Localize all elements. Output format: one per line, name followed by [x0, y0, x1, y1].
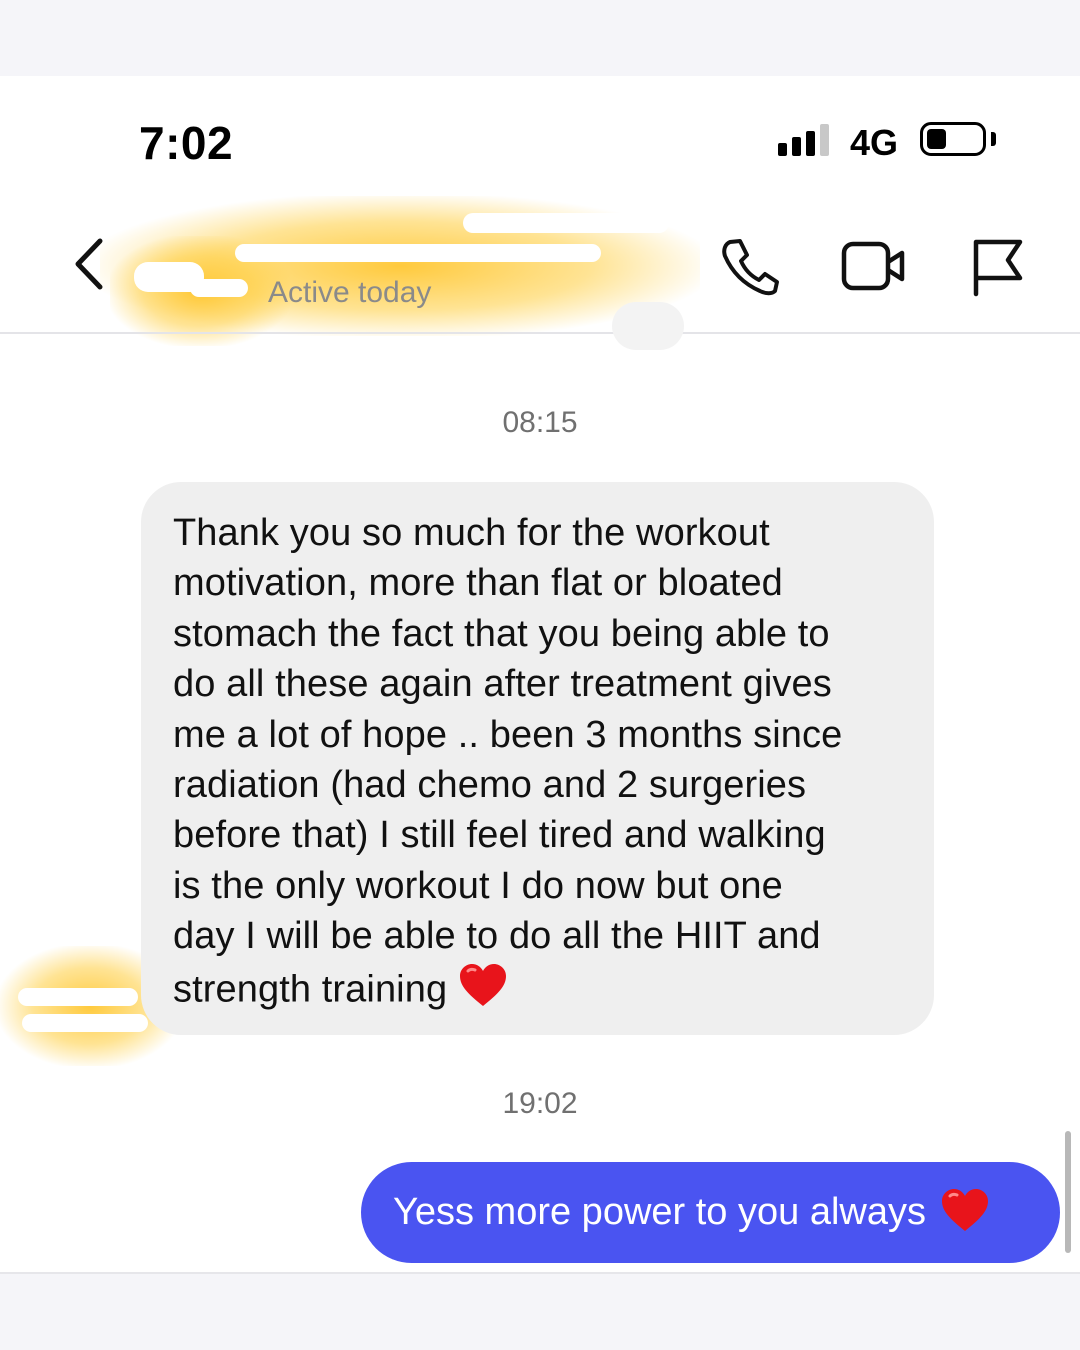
active-status: Active today	[268, 276, 432, 309]
message-timestamp: 08:15	[502, 406, 578, 439]
video-camera-icon[interactable]	[840, 236, 908, 301]
status-time: 7:02	[139, 117, 234, 169]
outgoing-message-bubble[interactable]: Yess more power to you always	[361, 1162, 1060, 1263]
contact-name[interactable]	[270, 230, 570, 256]
battery-level	[927, 129, 946, 149]
scrollbar[interactable]	[1065, 1131, 1071, 1253]
flag-icon[interactable]	[968, 236, 1028, 303]
composer-divider	[0, 1272, 1080, 1274]
network-type: 4G	[850, 122, 899, 163]
incoming-message-text: Thank you so much for the workout motiva…	[173, 512, 843, 1011]
battery-cap	[991, 132, 996, 146]
heart-emoji-icon	[458, 962, 508, 1021]
incoming-message-bubble[interactable]: Thank you so much for the workout motiva…	[141, 482, 934, 1035]
outgoing-message-text: Yess more power to you always	[393, 1191, 926, 1233]
header-divider	[0, 332, 1080, 334]
battery-icon	[920, 122, 986, 156]
message-timestamp: 19:02	[502, 1087, 578, 1120]
reaction-badge[interactable]	[612, 302, 684, 350]
heart-emoji-icon	[940, 1187, 990, 1238]
phone-icon[interactable]	[720, 236, 780, 301]
chat-screen: 7:02 4G Active today 08:15 Thank you so …	[0, 76, 1080, 1274]
cellular-signal-icon	[778, 124, 834, 156]
